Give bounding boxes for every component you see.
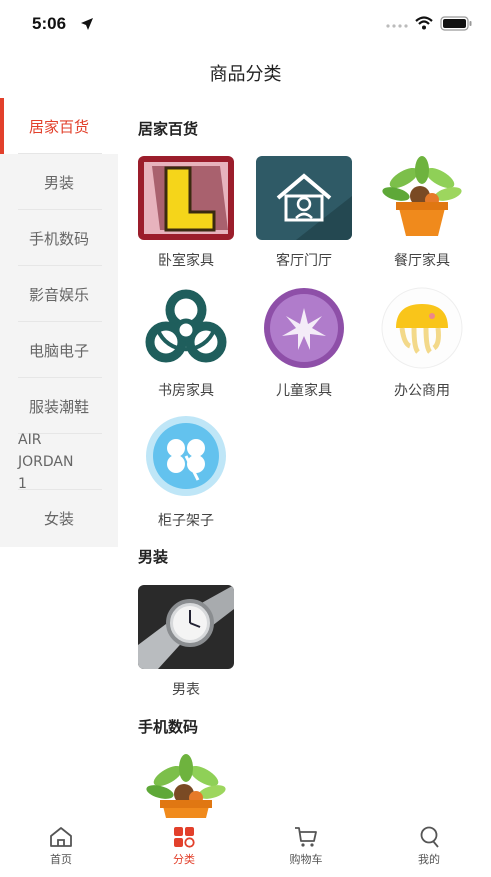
section-title: 男装 xyxy=(138,548,169,566)
category-label: 办公商用 xyxy=(394,383,450,399)
category-content: 居家百货 卧室家具 客厅门厅 餐厅家具 书房家具 儿童家具 办公商用 柜子架子 … xyxy=(118,98,491,818)
category-item-bedroom[interactable]: 卧室家具 xyxy=(136,156,236,270)
starburst-icon xyxy=(256,286,352,370)
tab-label: 购物车 xyxy=(289,853,323,866)
category-item-study[interactable]: 书房家具 xyxy=(136,286,236,400)
status-time: 5:06 xyxy=(32,14,67,33)
sidebar-item-computers[interactable]: 电脑电子 xyxy=(0,322,118,378)
category-label: 柜子架子 xyxy=(158,513,214,529)
category-label: 客厅门厅 xyxy=(276,253,332,269)
category-item-digital[interactable] xyxy=(136,754,236,818)
watch-icon xyxy=(138,585,234,669)
category-icon xyxy=(174,827,195,848)
category-item-kids[interactable]: 儿童家具 xyxy=(254,286,354,400)
biohazard-icon xyxy=(138,286,234,370)
tab-label: 分类 xyxy=(173,853,195,866)
sidebar-item-fashion-shoes[interactable]: 服装潮鞋 xyxy=(0,378,118,434)
signal-icon xyxy=(386,24,408,28)
category-label: 餐厅家具 xyxy=(394,253,450,269)
home-icon xyxy=(50,827,72,847)
potted-plant-icon xyxy=(374,156,470,240)
section-title: 手机数码 xyxy=(138,718,199,736)
category-label: 男表 xyxy=(172,682,200,698)
tab-label: 首页 xyxy=(50,853,72,866)
sidebar-item-menswear[interactable]: 男装 xyxy=(0,154,118,210)
category-item-mens-watch[interactable]: 男表 xyxy=(136,585,236,699)
category-sidebar: 居家百货 男装 手机数码 影音娱乐 电脑电子 服装潮鞋 AIR JORDAN 1… xyxy=(0,98,118,547)
house-icon xyxy=(256,156,352,240)
category-item-office[interactable]: 办公商用 xyxy=(372,286,472,400)
profile-icon xyxy=(420,826,439,848)
letter-l-icon xyxy=(138,156,234,240)
bottom-tabbar: 首页 分类 购物车 我的 xyxy=(0,818,491,877)
cart-icon xyxy=(295,827,317,847)
sidebar-item-home-goods[interactable]: 居家百货 xyxy=(0,98,118,154)
category-item-cabinets[interactable]: 柜子架子 xyxy=(136,416,236,530)
page-title: 商品分类 xyxy=(209,64,282,85)
tab-profile[interactable]: 我的 xyxy=(389,826,469,867)
potted-plant-icon xyxy=(138,754,234,818)
tab-category[interactable]: 分类 xyxy=(144,826,224,867)
jellyfish-icon xyxy=(374,286,470,370)
tab-label: 我的 xyxy=(418,853,440,866)
category-item-dining[interactable]: 餐厅家具 xyxy=(372,156,472,270)
category-label: 儿童家具 xyxy=(276,383,332,399)
sidebar-item-air-jordan[interactable]: AIR JORDAN 1 xyxy=(0,432,118,492)
sidebar-item-womenswear[interactable]: 女装 xyxy=(0,490,118,546)
status-bar: 5:06 xyxy=(0,0,491,48)
section-title: 居家百货 xyxy=(138,120,199,138)
tab-home[interactable]: 首页 xyxy=(21,826,101,867)
clover-icon xyxy=(138,416,234,500)
location-arrow-icon xyxy=(81,18,93,30)
sidebar-item-entertainment[interactable]: 影音娱乐 xyxy=(0,266,118,322)
tab-cart[interactable]: 购物车 xyxy=(266,826,346,867)
category-label: 书房家具 xyxy=(158,383,214,399)
wifi-icon xyxy=(415,16,433,30)
category-item-living-room[interactable]: 客厅门厅 xyxy=(254,156,354,270)
category-label: 卧室家具 xyxy=(158,253,214,269)
sidebar-item-digital[interactable]: 手机数码 xyxy=(0,210,118,266)
battery-icon xyxy=(440,16,472,31)
